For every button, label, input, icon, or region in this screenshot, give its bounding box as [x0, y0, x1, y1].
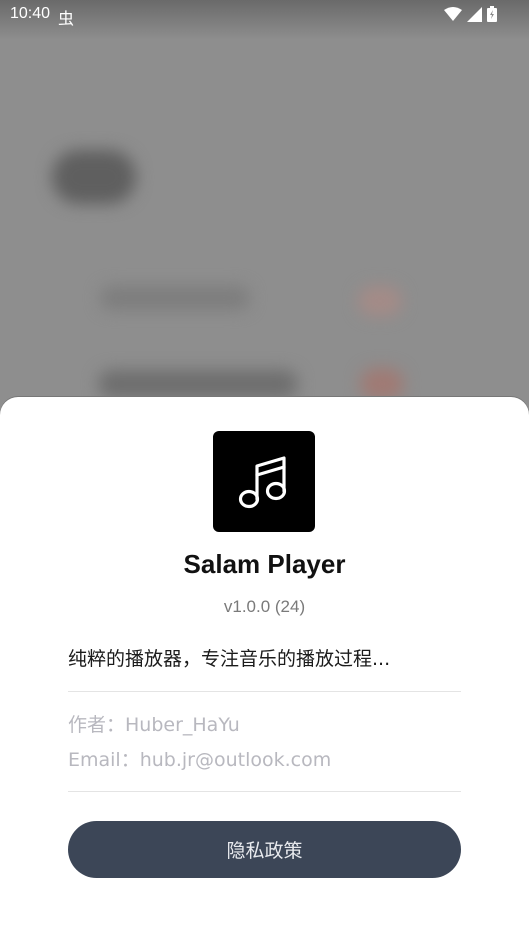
blurred-list-item-badge — [360, 368, 404, 400]
app-description: 纯粹的播放器，专注音乐的播放过程... — [68, 648, 391, 670]
signal-icon — [467, 6, 482, 22]
author-info: 作者：Huber_HaYu — [68, 714, 240, 736]
about-bottom-sheet: Salam Player v1.0.0 (24) 纯粹的播放器，专注音乐的播放过… — [0, 397, 529, 940]
status-bar: 10:40 虫 — [0, 0, 529, 30]
blurred-list-item-text — [98, 370, 298, 398]
privacy-policy-button[interactable]: 隐私政策 — [68, 821, 461, 878]
app-name: Salam Player — [183, 549, 346, 579]
app-version: v1.0.0 (24) — [223, 597, 306, 616]
battery-charging-icon — [487, 6, 497, 22]
status-icons — [444, 6, 497, 22]
wifi-icon — [444, 7, 462, 21]
divider — [68, 691, 461, 692]
blurred-header-block — [52, 150, 136, 204]
email-info[interactable]: Email：hub.jr@outlook.com — [68, 745, 331, 772]
blurred-list-item-badge — [358, 286, 402, 316]
music-note-icon — [213, 431, 315, 532]
debug-notification-icon: 虫 — [58, 11, 75, 28]
divider — [68, 791, 461, 792]
blurred-list-item-text — [100, 286, 250, 310]
status-time: 10:40 — [10, 5, 51, 22]
